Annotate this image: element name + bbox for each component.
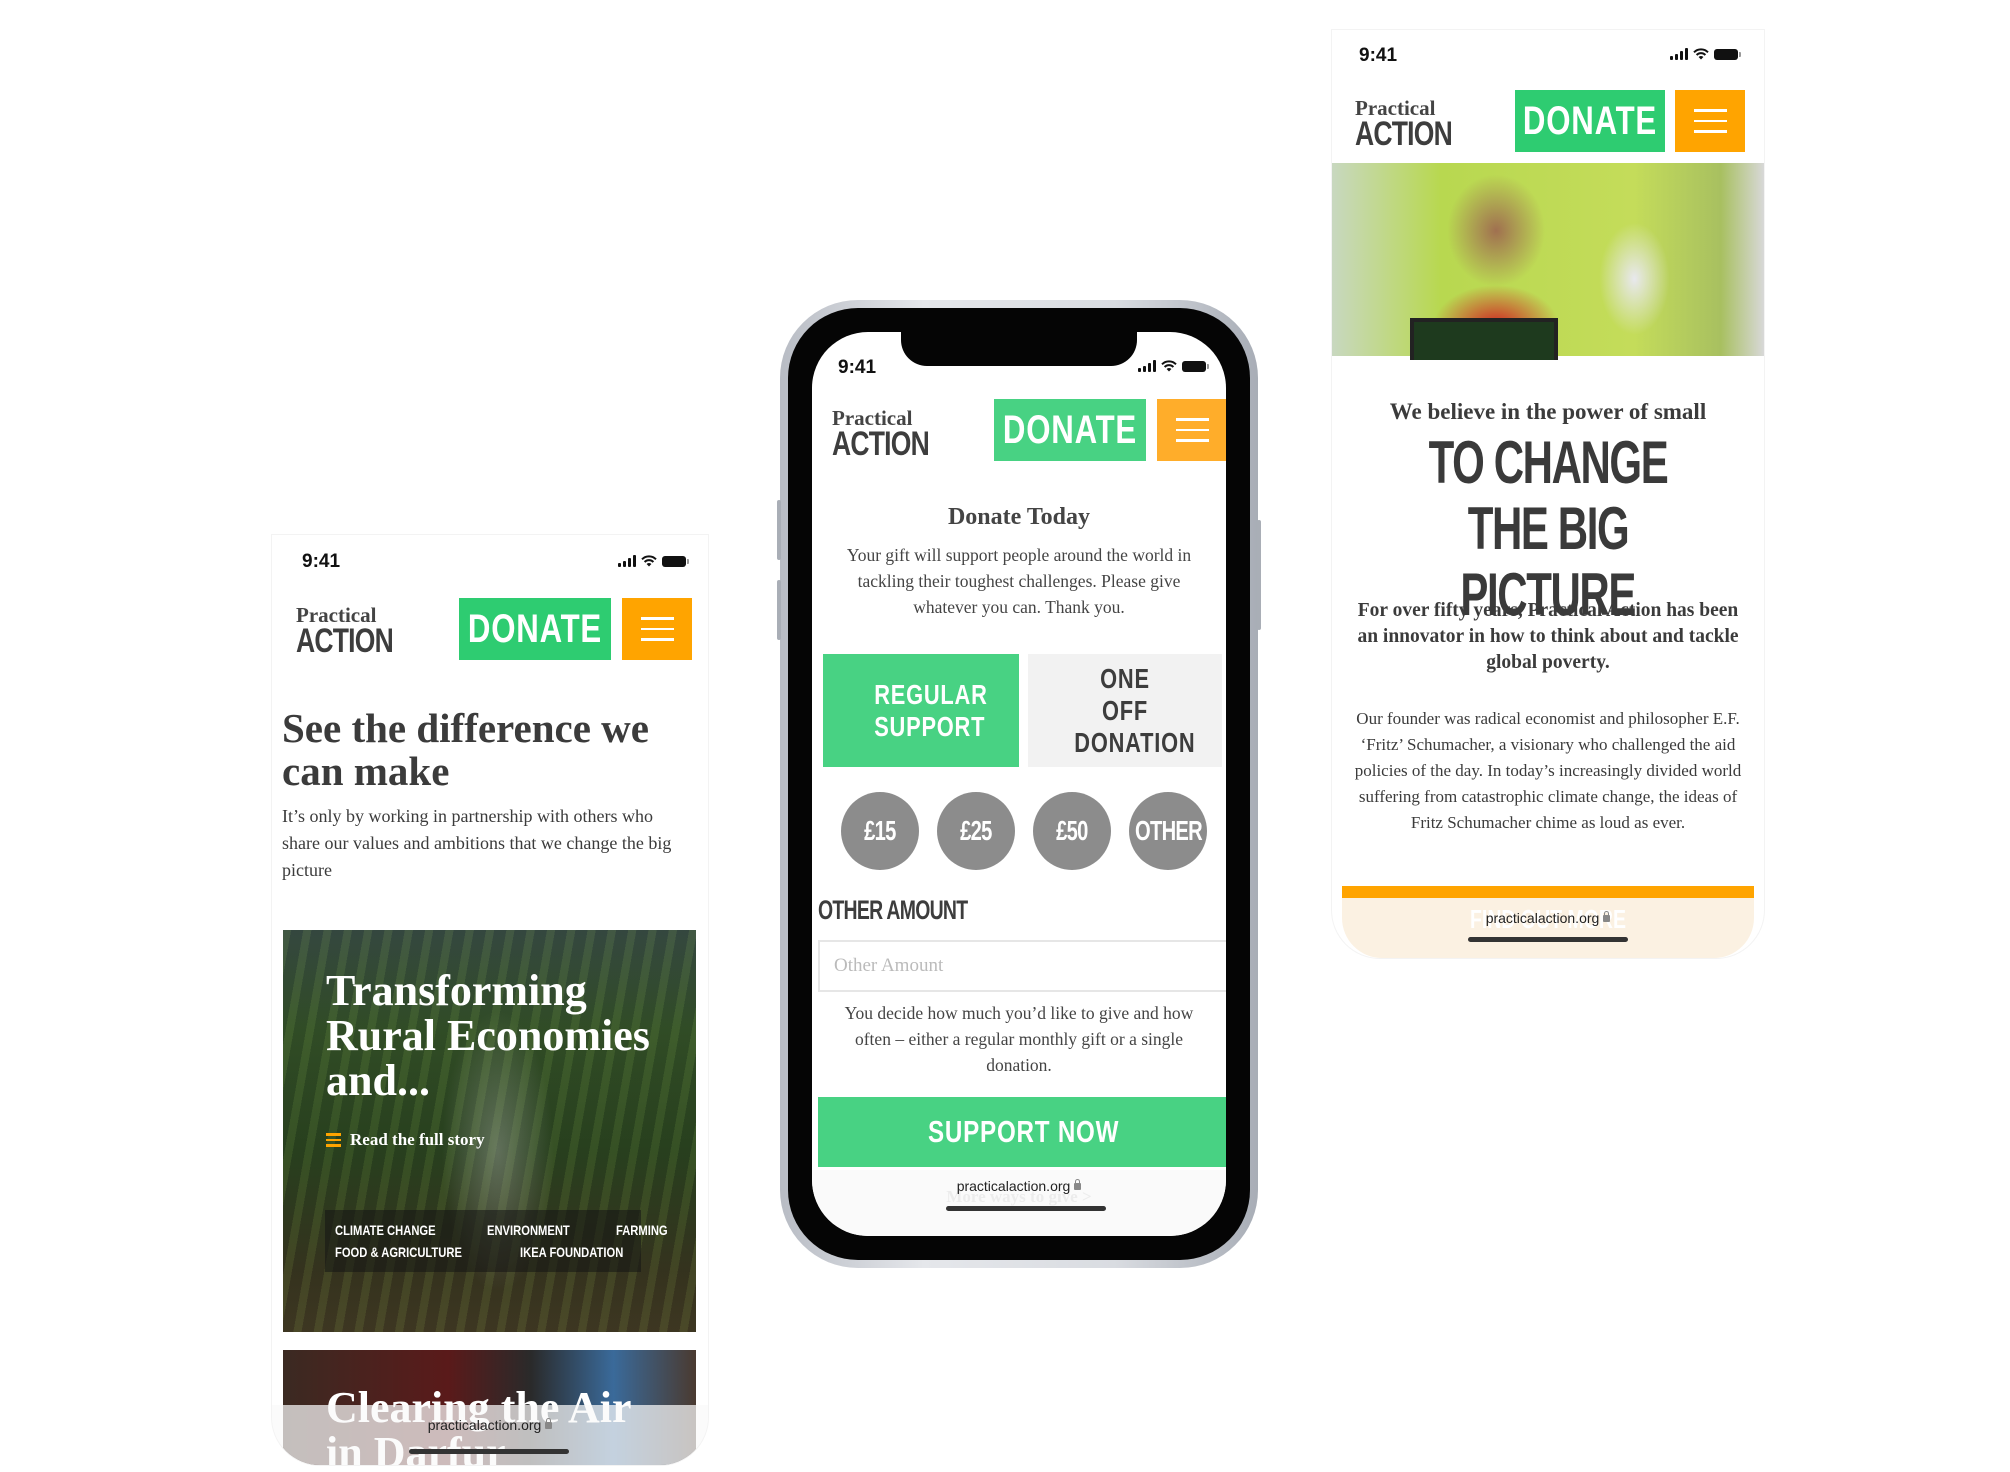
battery-icon <box>1714 48 1741 60</box>
one-off-donation-toggle[interactable]: ONE OFF DONATION <box>1028 654 1222 767</box>
hamburger-icon <box>640 617 674 620</box>
url-bar[interactable]: practicalaction.org <box>1332 910 1764 926</box>
support-now-button[interactable]: SUPPORT NOW <box>818 1097 1226 1167</box>
donate-button[interactable]: DONATE <box>459 598 611 660</box>
tag-food-agriculture[interactable]: FOOD & AGRICULTURE <box>335 1244 462 1260</box>
url-bar[interactable]: practicalaction.org <box>812 1178 1226 1194</box>
right-phone-screen: 9:41 Practical ACTION DONATE We believe … <box>1332 30 1764 958</box>
signal-icon <box>1138 360 1156 372</box>
cta-bar <box>1342 886 1754 898</box>
subheading: We believe in the power of small <box>1389 399 1707 424</box>
regular-support-toggle[interactable]: REGULAR SUPPORT <box>823 654 1019 767</box>
amount-50-button[interactable]: £50 <box>1033 792 1111 870</box>
amount-15-button[interactable]: £15 <box>841 792 919 870</box>
wifi-icon <box>641 555 657 567</box>
lock-icon <box>1074 1179 1082 1190</box>
story-card[interactable]: Transforming Rural Economies and... Read… <box>283 930 696 1332</box>
battery-icon <box>662 555 689 567</box>
story-title: Transforming Rural Economies and... <box>326 966 650 1105</box>
practical-action-logo[interactable]: Practical ACTION <box>296 605 420 659</box>
side-button <box>777 500 781 560</box>
phone-bezel: 9:41 Practical ACTION DONATE Donate Toda… <box>788 308 1250 1260</box>
donate-explainer: You decide how much you’d like to give a… <box>844 1003 1194 1075</box>
story-tags: CLIMATE CHANGE ENVIRONMENT FARMING FOOD … <box>325 1210 668 1272</box>
phone-notch <box>901 332 1137 366</box>
donate-button[interactable]: DONATE <box>994 399 1146 461</box>
status-icons <box>1138 360 1209 372</box>
menu-button[interactable] <box>1157 399 1226 461</box>
list-icon <box>326 1133 341 1147</box>
status-time: 9:41 <box>838 357 877 378</box>
hero-photo <box>1332 163 1764 360</box>
tag-climate-change[interactable]: CLIMATE CHANGE <box>335 1222 436 1238</box>
lock-icon <box>545 1418 553 1429</box>
status-icons <box>618 555 689 567</box>
home-indicator <box>1468 937 1628 942</box>
tag-farming[interactable]: FARMING <box>616 1222 668 1238</box>
signal-icon <box>618 555 636 567</box>
browser-bar <box>272 1405 708 1465</box>
donate-intro: Your gift will support people around the… <box>846 545 1192 617</box>
other-amount-label: OTHER AMOUNT <box>818 895 968 925</box>
intro-text: It’s only by working in partnership with… <box>282 806 672 880</box>
page-headline: See the difference we can make <box>282 705 649 794</box>
amount-other-button[interactable]: OTHER <box>1129 792 1207 870</box>
home-indicator <box>946 1206 1106 1211</box>
status-time: 9:41 <box>1359 45 1398 66</box>
middle-phone-screen: 9:41 Practical ACTION DONATE Donate Toda… <box>812 332 1226 1236</box>
url-bar[interactable]: practicalaction.org <box>272 1417 708 1433</box>
hamburger-icon <box>1175 418 1209 421</box>
status-icons <box>1670 48 1741 60</box>
other-amount-input[interactable] <box>818 940 1226 992</box>
hamburger-icon <box>1693 109 1727 112</box>
battery-icon <box>1182 360 1209 372</box>
side-button <box>777 580 781 640</box>
tablet-image <box>1410 318 1558 360</box>
side-button <box>1257 520 1261 630</box>
read-full-story-link[interactable]: Read the full story <box>326 1130 485 1150</box>
donate-button[interactable]: DONATE <box>1515 90 1665 152</box>
signal-icon <box>1670 48 1688 60</box>
wifi-icon <box>1161 360 1177 372</box>
status-time: 9:41 <box>302 551 341 572</box>
practical-action-logo[interactable]: Practical ACTION <box>832 408 956 462</box>
donate-heading: Donate Today <box>947 504 1091 530</box>
menu-button[interactable] <box>622 598 692 660</box>
body-paragraph: Our founder was radical economist and ph… <box>1354 709 1742 832</box>
wifi-icon <box>1693 48 1709 60</box>
amount-25-button[interactable]: £25 <box>937 792 1015 870</box>
lock-icon <box>1603 911 1611 922</box>
home-indicator <box>409 1449 569 1454</box>
lead-paragraph: For over fifty years, Practical Action h… <box>1357 600 1739 673</box>
practical-action-logo[interactable]: Practical ACTION <box>1355 98 1479 152</box>
tag-environment[interactable]: ENVIRONMENT <box>487 1222 570 1238</box>
tag-ikea-foundation[interactable]: IKEA FOUNDATION <box>520 1244 623 1260</box>
menu-button[interactable] <box>1675 90 1745 152</box>
left-phone-screen: 9:41 Practical ACTION DONATE See the dif… <box>272 535 708 1465</box>
middle-phone-frame: 9:41 Practical ACTION DONATE Donate Toda… <box>777 300 1261 1268</box>
